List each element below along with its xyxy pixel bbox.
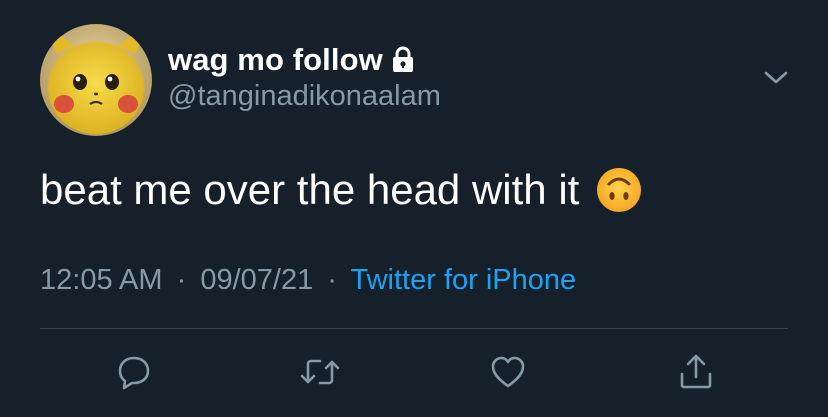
author-name-row[interactable]: wag mo follow — [168, 40, 415, 80]
upside-down-face-icon — [595, 166, 643, 214]
reply-button[interactable] — [112, 350, 156, 394]
divider — [40, 328, 788, 329]
like-button[interactable] — [486, 350, 530, 394]
tweet-body: beat me over the head with it — [40, 166, 643, 214]
tweet-time[interactable]: 12:05 AM — [40, 264, 163, 296]
display-name[interactable]: wag mo follow — [168, 42, 383, 78]
tweet-text: beat me over the head with it — [40, 166, 580, 213]
avatar[interactable] — [40, 24, 152, 136]
heart-icon — [491, 356, 525, 388]
tweet-meta: 12:05 AM · 09/07/21 · Twitter for iPhone — [40, 264, 576, 297]
share-button[interactable] — [674, 350, 718, 394]
retweet-button[interactable] — [298, 350, 342, 394]
meta-separator: · — [176, 264, 187, 296]
tweet-source-link[interactable]: Twitter for iPhone — [351, 264, 577, 296]
author-handle[interactable]: @tanginadikonaalam — [168, 80, 441, 113]
tweet-menu-button[interactable] — [758, 62, 794, 94]
lock-icon — [391, 46, 415, 74]
chevron-down-icon — [764, 71, 788, 84]
reply-icon — [118, 356, 150, 390]
share-icon — [680, 354, 712, 389]
tweet-date[interactable]: 09/07/21 — [200, 264, 313, 296]
meta-separator: · — [327, 264, 337, 296]
retweet-icon — [300, 359, 340, 385]
tweet-detail: wag mo follow @tanginadikonaalam beat me… — [0, 0, 828, 417]
